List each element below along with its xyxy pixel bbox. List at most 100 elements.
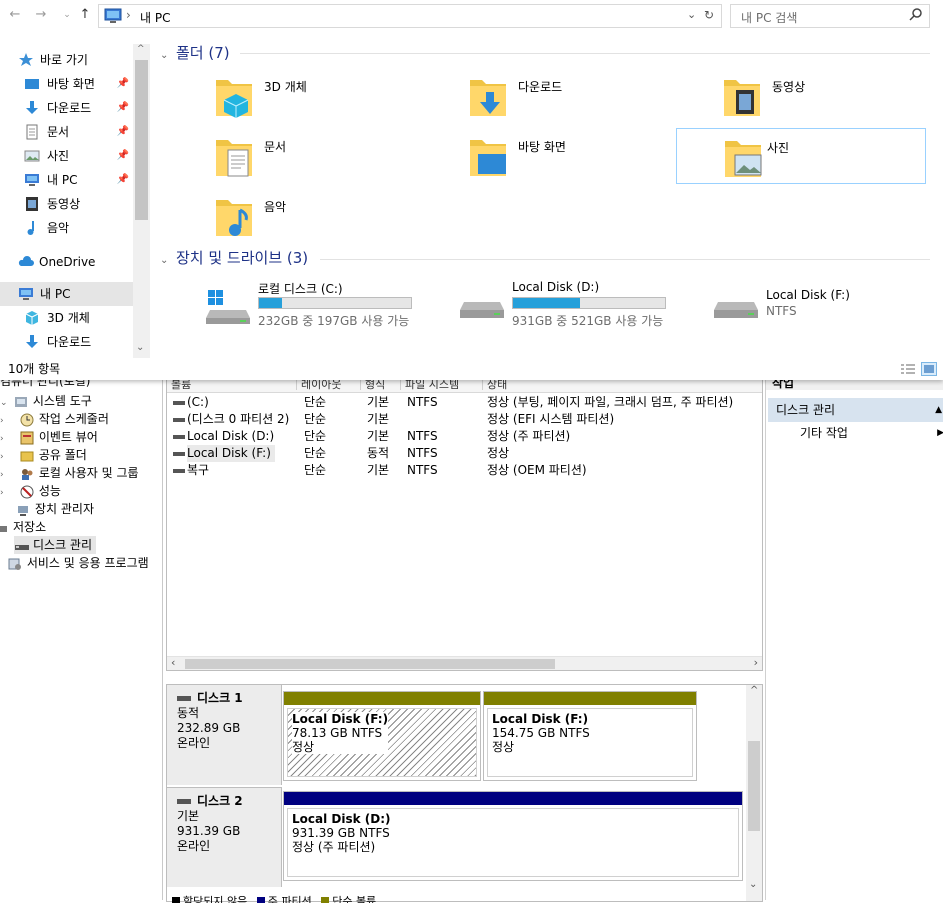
folder-music[interactable]: 음악 <box>206 188 456 244</box>
disk-vertical-scrollbar[interactable]: ^ ⌄ <box>746 685 762 901</box>
content-pane: ⌄ 폴더 (7) 3D 개체 다운로드 동영상 문서 바탕 화면 사진 음악 ⌄… <box>150 32 943 358</box>
disk-2-label[interactable]: 디스크 2 기본 931.39 GB 온라인 <box>167 787 282 887</box>
drive-f[interactable]: Local Disk (F:) NTFS <box>708 278 943 338</box>
search-icon[interactable] <box>909 7 923 23</box>
nav-quick-access[interactable]: 바로 가기 <box>0 48 133 72</box>
drives-group-header[interactable]: ⌄ 장치 및 드라이브 (3) <box>160 248 308 271</box>
scroll-right-icon[interactable]: › <box>754 656 758 669</box>
nav-this-pc[interactable]: 내 PC <box>0 282 133 306</box>
disk-1-label[interactable]: 디스크 1 동적 232.89 GB 온라인 <box>167 685 282 785</box>
address-box[interactable]: › 내 PC ⌄ ↻ <box>98 4 722 28</box>
scroll-thumb[interactable] <box>185 659 555 669</box>
tree-system-tools[interactable]: ⌄ 시스템 도구 <box>0 392 92 410</box>
volume-icon <box>173 451 185 456</box>
breadcrumb[interactable]: 내 PC <box>140 9 170 26</box>
scroll-thumb[interactable] <box>748 741 760 831</box>
scroll-left-icon[interactable]: ‹ <box>171 656 175 669</box>
expand-icon[interactable]: › <box>0 484 10 502</box>
nav-label: 음악 <box>47 221 70 235</box>
partition-f-2[interactable]: Local Disk (F:) 154.75 GB NTFS 정상 <box>483 691 697 781</box>
scroll-thumb[interactable] <box>135 60 148 220</box>
nav-label: 문서 <box>47 125 70 139</box>
volume-row[interactable]: 복구 단순 기본 NTFS 정상 (OEM 파티션) <box>167 462 762 479</box>
pin-icon[interactable]: 📌 <box>117 96 129 120</box>
partition-d[interactable]: Local Disk (D:) 931.39 GB NTFS 정상 (주 파티션… <box>283 791 743 881</box>
scroll-up-icon[interactable]: ^ <box>137 44 145 54</box>
action-more[interactable]: 기타 작업 <box>800 424 848 442</box>
disk-graphical-view: 디스크 1 동적 232.89 GB 온라인 Local Disk (F:) 7… <box>166 684 763 902</box>
nav-documents[interactable]: 문서 📌 <box>0 120 133 144</box>
folders-group-header[interactable]: ⌄ 폴더 (7) <box>160 43 230 66</box>
tree-device-manager[interactable]: 장치 관리자 <box>16 500 94 518</box>
chevron-down-icon[interactable]: ⌄ <box>160 251 170 271</box>
tree-disk-management[interactable]: 디스크 관리 <box>14 536 97 554</box>
expand-icon[interactable]: › <box>0 556 4 574</box>
scroll-down-icon[interactable]: ⌄ <box>749 879 757 890</box>
volume-icon <box>173 400 185 405</box>
forward-arrow-icon[interactable]: → <box>34 8 48 22</box>
volume-row[interactable]: (C:) 단순 기본 NTFS 정상 (부팅, 페이지 파일, 크래시 덤프, 주 파티… <box>167 394 762 411</box>
action-disk-management[interactable]: 디스크 관리 ▲ <box>768 398 943 422</box>
pin-icon[interactable]: 📌 <box>117 144 129 168</box>
disk-icon <box>177 696 191 701</box>
scroll-up-icon[interactable]: ^ <box>750 685 758 696</box>
volume-icon-wrap <box>169 462 189 479</box>
folder-pictures[interactable]: 사진 <box>676 128 926 184</box>
nav-3d-objects[interactable]: 3D 개체 <box>0 306 133 330</box>
drive-c[interactable]: 로컬 디스크 (C:) 232GB 중 197GB 사용 가능 <box>200 278 450 338</box>
nav-scrollbar[interactable]: ^ ⌄ <box>133 44 150 358</box>
drive-name: Local Disk (D:) <box>512 280 600 294</box>
tree-shared-folders[interactable]: › 공유 폴더 <box>0 446 87 464</box>
nav-downloads[interactable]: 다운로드 📌 <box>0 96 133 120</box>
pin-icon[interactable]: 📌 <box>117 72 129 96</box>
volume-row[interactable]: Local Disk (F:) 단순 동적 NTFS 정상 <box>167 445 762 462</box>
chevron-down-icon[interactable]: ⌄ <box>160 46 170 66</box>
folder-videos[interactable]: 동영상 <box>714 68 943 124</box>
folder-downloads[interactable]: 다운로드 <box>460 68 710 124</box>
tree-task-scheduler[interactable]: › 작업 스케줄러 <box>0 410 109 428</box>
search-input[interactable]: 내 PC 검색 <box>730 4 930 28</box>
folder-name: 사진 <box>767 141 790 155</box>
nav-desktop[interactable]: 바탕 화면 📌 <box>0 72 133 96</box>
refresh-icon[interactable]: ↻ <box>704 8 714 22</box>
tree-services-apps[interactable]: › 서비스 및 응용 프로그램 <box>0 554 149 572</box>
volume-list-header: 볼륨 레이아웃 형식 파일 시스템 상태 <box>167 378 762 393</box>
nav-this-pc-pinned[interactable]: 내 PC 📌 <box>0 168 133 192</box>
tree-event-viewer[interactable]: › 이벤트 뷰어 <box>0 428 98 446</box>
recent-locations-icon[interactable]: ⌄ <box>60 8 74 22</box>
details-view-icon[interactable] <box>900 363 916 375</box>
nav-onedrive[interactable]: OneDrive <box>0 250 133 274</box>
3d-objects-icon <box>214 74 254 118</box>
nav-pictures[interactable]: 사진 📌 <box>0 144 133 168</box>
document-icon <box>24 124 40 140</box>
volume-status: 정상 <box>487 446 510 460</box>
partition-name: Local Disk (F:) <box>492 712 589 726</box>
volume-name: Local Disk (D:) <box>187 429 275 443</box>
nav-music[interactable]: 음악 <box>0 216 133 240</box>
tree-performance[interactable]: › 성능 <box>0 482 61 500</box>
back-arrow-icon[interactable]: ← <box>8 8 22 22</box>
up-arrow-icon[interactable]: ↑ <box>78 8 92 22</box>
pin-icon[interactable]: 📌 <box>117 120 129 144</box>
tree-local-users[interactable]: › 로컬 사용자 및 그룹 <box>0 464 139 482</box>
volume-row[interactable]: (디스크 0 파티션 2) 단순 기본 정상 (EFI 시스템 파티션) <box>167 411 762 428</box>
scroll-down-icon[interactable]: ⌄ <box>136 342 144 353</box>
tree-storage[interactable]: 저장소 <box>0 518 46 536</box>
folder-documents[interactable]: 문서 <box>206 128 456 184</box>
volume-filesystem: NTFS <box>407 429 438 443</box>
partition-f-1[interactable]: Local Disk (F:) 78.13 GB NTFS 정상 <box>283 691 481 781</box>
large-icons-view-icon[interactable] <box>921 362 937 376</box>
volume-row[interactable]: Local Disk (D:) 단순 기본 NTFS 정상 (주 파티션) <box>167 428 762 445</box>
pin-icon[interactable]: 📌 <box>117 168 129 192</box>
horizontal-scrollbar[interactable]: ‹ › <box>167 656 762 670</box>
nav-pc-downloads[interactable]: 다운로드 <box>0 330 133 354</box>
folder-desktop[interactable]: 바탕 화면 <box>460 128 710 184</box>
folder-3d-objects[interactable]: 3D 개체 <box>206 68 456 124</box>
nav-videos[interactable]: 동영상 <box>0 192 133 216</box>
submenu-arrow-icon[interactable]: ▶ <box>937 428 943 438</box>
drive-d[interactable]: Local Disk (D:) 931GB 중 521GB 사용 가능 <box>454 278 704 338</box>
address-dropdown-icon[interactable]: ⌄ <box>687 8 696 21</box>
drive-name: 로컬 디스크 (C:) <box>258 282 343 296</box>
collapse-triangle-icon[interactable]: ▲ <box>935 398 942 422</box>
device-manager-icon <box>16 503 32 517</box>
